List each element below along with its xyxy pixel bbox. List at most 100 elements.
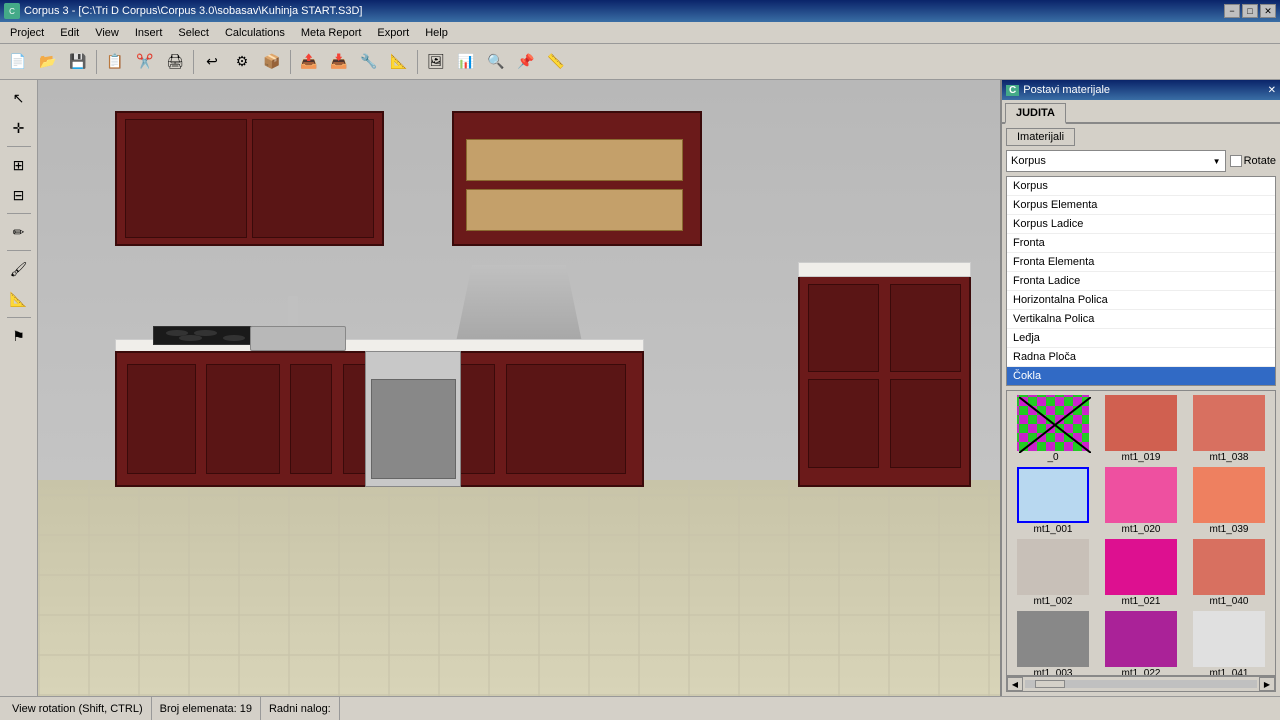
- mat-list-item-1[interactable]: Korpus Elementa: [1007, 196, 1275, 215]
- swatch-item-mt1_003[interactable]: mt1_003: [1011, 611, 1095, 676]
- swatch-label-mt1_021: mt1_021: [1122, 596, 1161, 607]
- swatch-item-mt1_039[interactable]: mt1_039: [1187, 467, 1271, 535]
- mat-list-item-3[interactable]: Fronta: [1007, 234, 1275, 253]
- mat-list-item-4[interactable]: Fronta Elementa: [1007, 253, 1275, 272]
- lt-draw[interactable]: ✏: [5, 218, 33, 246]
- tb-export[interactable]: 📤: [295, 48, 323, 76]
- menu-item-export[interactable]: Export: [369, 25, 417, 41]
- tb-ruler[interactable]: 📏: [542, 48, 570, 76]
- tb-print[interactable]: 🖨: [161, 48, 189, 76]
- mat-list-item-7[interactable]: Vertikalna Polica: [1007, 310, 1275, 329]
- tb-frame[interactable]: 🖼: [422, 48, 450, 76]
- oven: [365, 351, 461, 487]
- tb-save[interactable]: 💾: [64, 48, 92, 76]
- tb-package[interactable]: 📦: [258, 48, 286, 76]
- swatch-label-mt1_020: mt1_020: [1122, 524, 1161, 535]
- tb-copy[interactable]: 📋: [101, 48, 129, 76]
- scroll-thumb[interactable]: [1035, 680, 1065, 688]
- tb-settings[interactable]: ⚙: [228, 48, 256, 76]
- tb-undo[interactable]: ↩: [198, 48, 226, 76]
- swatch-color-mt1_021: [1105, 539, 1177, 595]
- menu-item-calculations[interactable]: Calculations: [217, 25, 293, 41]
- swatch-scrollbar[interactable]: ◀ ▶: [1006, 676, 1276, 692]
- mat-list-item-5[interactable]: Fronta Ladice: [1007, 272, 1275, 291]
- mat-list-item-8[interactable]: Leđja: [1007, 329, 1275, 348]
- panel-tabs: JUDITA: [1002, 100, 1280, 124]
- lt-grid[interactable]: ⊞: [5, 151, 33, 179]
- close-button[interactable]: ✕: [1260, 4, 1276, 18]
- lt-sep4: [7, 317, 31, 318]
- lower-door-5: [506, 364, 627, 474]
- swatch-area[interactable]: _0mt1_019mt1_038mt1_001mt1_020mt1_039mt1…: [1006, 390, 1276, 676]
- viewport[interactable]: Perspective: [38, 80, 1000, 696]
- title-controls[interactable]: − □ ✕: [1224, 4, 1276, 18]
- lt-grid2[interactable]: ⊟: [5, 181, 33, 209]
- tb-pin[interactable]: 📌: [512, 48, 540, 76]
- tab-judita[interactable]: JUDITA: [1005, 103, 1066, 124]
- tb-cut[interactable]: ✂️: [131, 48, 159, 76]
- oven-door: [371, 379, 456, 479]
- scroll-left-btn[interactable]: ◀: [1007, 677, 1023, 691]
- tb-tool2[interactable]: 📐: [385, 48, 413, 76]
- lt-flag[interactable]: ⚑: [5, 322, 33, 350]
- subtab-imaterijali[interactable]: Imaterijali: [1006, 128, 1075, 146]
- swatch-item-mt1_021[interactable]: mt1_021: [1099, 539, 1183, 607]
- panel-body: Imaterijali Korpus ▼ Rotate KorpusKorpus…: [1002, 124, 1280, 696]
- material-list[interactable]: KorpusKorpus ElementaKorpus LadiceFronta…: [1006, 176, 1276, 386]
- swatch-color-mt1_038: [1193, 395, 1265, 451]
- mat-list-item-10[interactable]: Čokla: [1007, 367, 1275, 386]
- menu-item-select[interactable]: Select: [170, 25, 217, 41]
- maximize-button[interactable]: □: [1242, 4, 1258, 18]
- menu-item-project[interactable]: Project: [2, 25, 52, 41]
- swatch-label-mt1_041: mt1_041: [1210, 668, 1249, 676]
- swatch-color-_0: [1017, 395, 1089, 451]
- tb-chart[interactable]: 📊: [452, 48, 480, 76]
- sink: [250, 326, 346, 351]
- swatch-item-mt1_040[interactable]: mt1_040: [1187, 539, 1271, 607]
- menu-item-view[interactable]: View: [87, 25, 127, 41]
- korpus-dropdown-label: Korpus: [1011, 155, 1046, 167]
- swatch-item-mt1_041[interactable]: mt1_041: [1187, 611, 1271, 676]
- elements-text: Broj elemenata: 19: [160, 703, 252, 715]
- tb-new[interactable]: 📄: [4, 48, 32, 76]
- mat-list-item-9[interactable]: Radna Ploča: [1007, 348, 1275, 367]
- radni-text: Radni nalog:: [269, 703, 331, 715]
- menu-item-meta report[interactable]: Meta Report: [293, 25, 370, 41]
- tb-import[interactable]: 📥: [325, 48, 353, 76]
- lt-paint[interactable]: 🖌: [5, 255, 33, 283]
- mat-list-item-0[interactable]: Korpus: [1007, 177, 1275, 196]
- korpus-row: Korpus ▼ Rotate: [1006, 150, 1276, 172]
- materials-panel: C Postavi materijale ✕ JUDITA Imaterijal…: [1000, 80, 1280, 696]
- mat-list-item-2[interactable]: Korpus Ladice: [1007, 215, 1275, 234]
- lt-sep2: [7, 213, 31, 214]
- swatch-item-mt1_020[interactable]: mt1_020: [1099, 467, 1183, 535]
- lower-door-1: [127, 364, 195, 474]
- swatch-item-mt1_019[interactable]: mt1_019: [1099, 395, 1183, 463]
- faucet: [288, 296, 298, 327]
- swatch-item-mt1_038[interactable]: mt1_038: [1187, 395, 1271, 463]
- corner-cabinet: [798, 271, 971, 487]
- lt-move[interactable]: ✛: [5, 114, 33, 142]
- tb-search[interactable]: 🔍: [482, 48, 510, 76]
- swatch-item-mt1_022[interactable]: mt1_022: [1099, 611, 1183, 676]
- scroll-right-btn[interactable]: ▶: [1259, 677, 1275, 691]
- minimize-button[interactable]: −: [1224, 4, 1240, 18]
- lt-select[interactable]: ↖: [5, 84, 33, 112]
- swatch-label-mt1_001: mt1_001: [1034, 524, 1073, 535]
- tb-open[interactable]: 📂: [34, 48, 62, 76]
- menu-item-help[interactable]: Help: [417, 25, 456, 41]
- upper-door-1: [466, 139, 683, 181]
- swatch-item-mt1_001[interactable]: mt1_001: [1011, 467, 1095, 535]
- mat-list-item-6[interactable]: Horizontalna Polica: [1007, 291, 1275, 310]
- window-title: Corpus 3 - [C:\Tri D Corpus\Corpus 3.0\s…: [24, 5, 363, 17]
- korpus-dropdown[interactable]: Korpus ▼: [1006, 150, 1226, 172]
- menu-item-insert[interactable]: Insert: [127, 25, 171, 41]
- lt-measure[interactable]: 📐: [5, 285, 33, 313]
- rotate-checkbox[interactable]: [1230, 155, 1242, 167]
- upper-cabinet-left: [115, 111, 384, 247]
- menu-item-edit[interactable]: Edit: [52, 25, 87, 41]
- swatch-item-_0[interactable]: _0: [1011, 395, 1095, 463]
- tb-tool1[interactable]: 🔧: [355, 48, 383, 76]
- panel-close-button[interactable]: ✕: [1268, 85, 1276, 96]
- swatch-item-mt1_002[interactable]: mt1_002: [1011, 539, 1095, 607]
